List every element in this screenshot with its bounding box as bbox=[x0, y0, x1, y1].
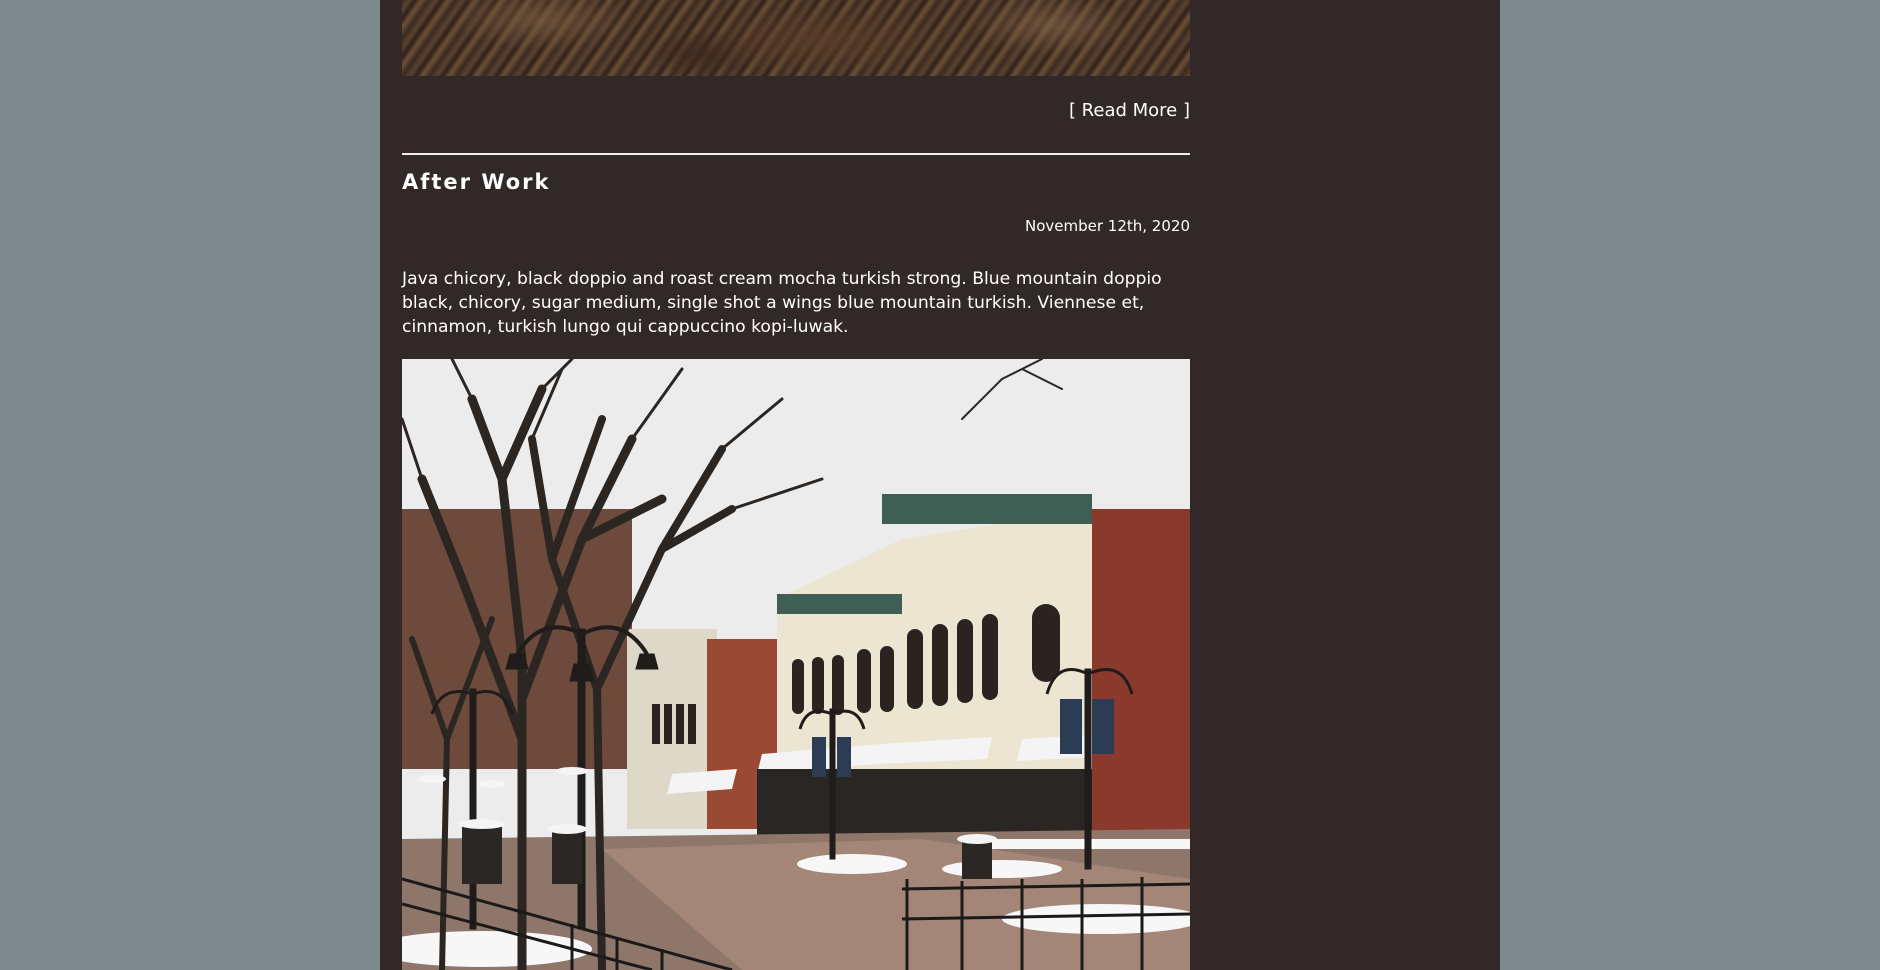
post-date: November 12th, 2020 bbox=[1025, 217, 1190, 235]
post-body: Java chicory, black doppio and roast cre… bbox=[402, 269, 1162, 337]
page-column: [ Read More ] After Work November 12th, … bbox=[380, 0, 1500, 970]
post-title[interactable]: After Work bbox=[402, 170, 551, 194]
read-more-link[interactable]: [ Read More ] bbox=[1069, 100, 1190, 121]
street-scene-illustration bbox=[402, 359, 1190, 970]
post-divider bbox=[402, 153, 1190, 155]
previous-post-image bbox=[402, 0, 1190, 76]
post-image bbox=[402, 359, 1190, 970]
